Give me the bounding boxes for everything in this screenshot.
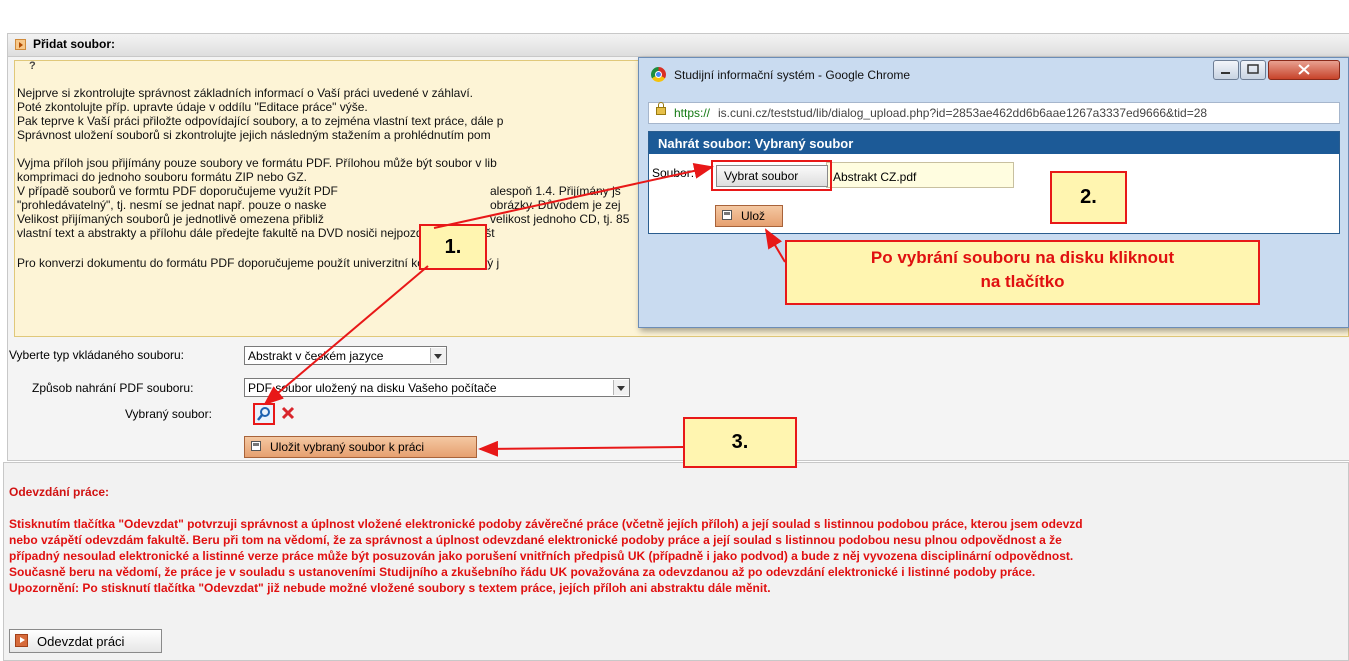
upload-method-label: Způsob nahrání PDF souboru: <box>32 381 194 395</box>
maximize-button[interactable] <box>1240 60 1266 80</box>
url-path: is.cuni.cz/teststud/lib/dialog_upload.ph… <box>718 106 1208 120</box>
help-line: Poté zkontolujte příp. upravte údaje v o… <box>17 100 368 114</box>
choose-file-label: Vybrat soubor <box>724 169 799 183</box>
dialog-save-button[interactable]: Ulož <box>715 205 783 227</box>
file-type-select[interactable]: Abstrakt v českém jazyce <box>244 346 447 365</box>
close-icon <box>281 406 295 420</box>
minimize-button[interactable] <box>1213 60 1239 80</box>
help-line: Pak teprve k Vaší práci přiložte odpovíd… <box>17 114 504 128</box>
submission-title: Odevzdání práce: <box>9 485 110 499</box>
close-icon <box>1298 64 1310 75</box>
instruction-callout: Po vybrání souboru na disku kliknout na … <box>785 240 1260 305</box>
callout-text-line: Po vybrání souboru na disku kliknout <box>870 248 1175 267</box>
step-1-label: 1. <box>419 224 487 270</box>
file-label: Soubor: <box>652 166 695 180</box>
file-type-label: Vyberte typ vkládaného souboru: <box>9 348 185 362</box>
lock-icon <box>656 102 666 115</box>
help-line-fragment: velikost jednoho CD, tj. 85 <box>490 212 630 226</box>
maximize-icon <box>1247 64 1259 74</box>
help-question-icon: ? <box>29 60 36 72</box>
help-line: V případě souborů ve formtu PDF doporuču… <box>17 184 338 198</box>
help-line: Správnost uložení souborů si zkontrolujt… <box>17 128 491 142</box>
file-type-value: Abstrakt v českém jazyce <box>248 349 384 363</box>
remove-file-button[interactable] <box>280 405 296 421</box>
help-line-fragment: obrázky. Důvodem je zej <box>490 198 621 212</box>
step-2-label: 2. <box>1050 171 1127 224</box>
close-window-button[interactable] <box>1268 60 1340 80</box>
save-file-button[interactable]: Uložit vybraný soubor k práci <box>244 436 477 458</box>
submission-warning-line: Současně beru na vědomí, že práce je v s… <box>9 565 1036 579</box>
callout-text-line: na tlačítko <box>980 272 1065 291</box>
chosen-file-name: Abstrakt CZ.pdf <box>833 170 917 184</box>
submit-arrow-icon <box>15 634 28 647</box>
chevron-down-icon <box>430 348 446 363</box>
dialog-title: Nahrát soubor: Vybraný soubor <box>658 136 854 151</box>
help-line: komprimaci do jednoho souboru formátu ZI… <box>17 170 307 184</box>
selected-file-label: Vybraný soubor: <box>125 407 212 421</box>
save-disk-icon <box>722 210 732 220</box>
help-line: Velikost přijímaných souborů je jednotli… <box>17 212 324 226</box>
browse-file-button[interactable] <box>253 403 275 425</box>
help-line: Nejprve si zkontrolujte správnost základ… <box>17 86 473 100</box>
search-icon <box>257 407 270 421</box>
submission-warning-line: nebo vzápětí odevzdám fakultě. Beru při … <box>9 533 1062 547</box>
help-line: Vyjma příloh jsou přijímány pouze soubor… <box>17 156 497 170</box>
window-title: Studijní informační systém - Google Chro… <box>674 68 911 82</box>
upload-section-header <box>8 34 1349 57</box>
chevron-down-icon <box>613 380 629 395</box>
chrome-icon <box>651 67 666 82</box>
submit-thesis-label: Odevzdat práci <box>37 634 125 649</box>
upload-method-select[interactable]: PDF soubor uložený na disku Vašeho počít… <box>244 378 630 397</box>
submission-warning-line: Upozornění: Po stisknutí tlačítka "Odevz… <box>9 581 771 595</box>
help-line-fragment: alespoň 1.4. Přijímány js <box>490 184 621 198</box>
submission-warning-line: Stisknutím tlačítka "Odevzdat" potvrzuji… <box>9 517 1083 531</box>
help-line: "prohledávatelný", tj. nesmí se jednat n… <box>17 198 327 212</box>
save-file-button-label: Uložit vybraný soubor k práci <box>270 440 425 454</box>
step-3-label: 3. <box>683 417 797 468</box>
url-scheme: https:// <box>674 106 711 120</box>
save-disk-icon <box>251 441 261 451</box>
upload-method-value: PDF soubor uložený na disku Vašeho počít… <box>248 381 497 395</box>
dialog-save-label: Ulož <box>741 209 766 223</box>
submission-warning-line: případný nesoulad elektronické a listinn… <box>9 549 1074 563</box>
section-arrow-icon <box>15 39 26 50</box>
upload-section-title: Přidat soubor: <box>33 37 116 51</box>
minimize-icon <box>1221 72 1230 74</box>
